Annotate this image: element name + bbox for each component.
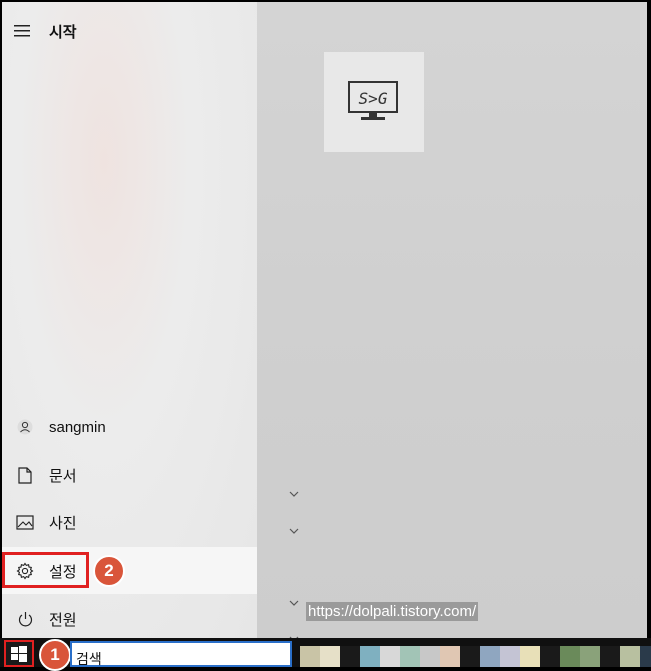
user-icon [16,418,34,436]
watermark-url: https://dolpali.tistory.com/ [306,602,479,621]
taskbar-search-box[interactable]: 검색 [70,641,292,667]
step-badge-2: 2 [93,555,125,587]
settings-highlight-box [2,552,89,588]
user-name: sangmin [49,418,106,436]
picture-icon [16,513,34,531]
chevron-down-icon[interactable] [289,526,301,538]
search-placeholder: 검색 [76,651,102,667]
power-item[interactable]: 전원 [2,597,257,641]
windows-logo-icon [11,645,27,662]
chevron-down-icon[interactable] [289,489,301,501]
tile-logo-text: S>G [359,89,388,108]
power-icon [16,610,34,628]
step-badge-1: 1 [39,639,71,671]
start-button[interactable] [4,640,34,667]
start-menu-tile-area [257,2,647,638]
chevron-down-icon[interactable] [289,598,301,610]
user-account-item[interactable]: sangmin [2,405,257,449]
app-tile[interactable]: S>G [324,52,424,152]
documents-label: 문서 [49,467,77,485]
document-icon [16,466,34,484]
start-title: 시작 [49,24,77,41]
pictures-item[interactable]: 사진 [2,500,257,544]
power-label: 전원 [49,611,77,629]
taskbar-icons-pixelated [300,646,651,667]
hamburger-icon[interactable] [14,24,30,42]
documents-item[interactable]: 문서 [2,453,257,497]
pictures-label: 사진 [49,514,77,532]
